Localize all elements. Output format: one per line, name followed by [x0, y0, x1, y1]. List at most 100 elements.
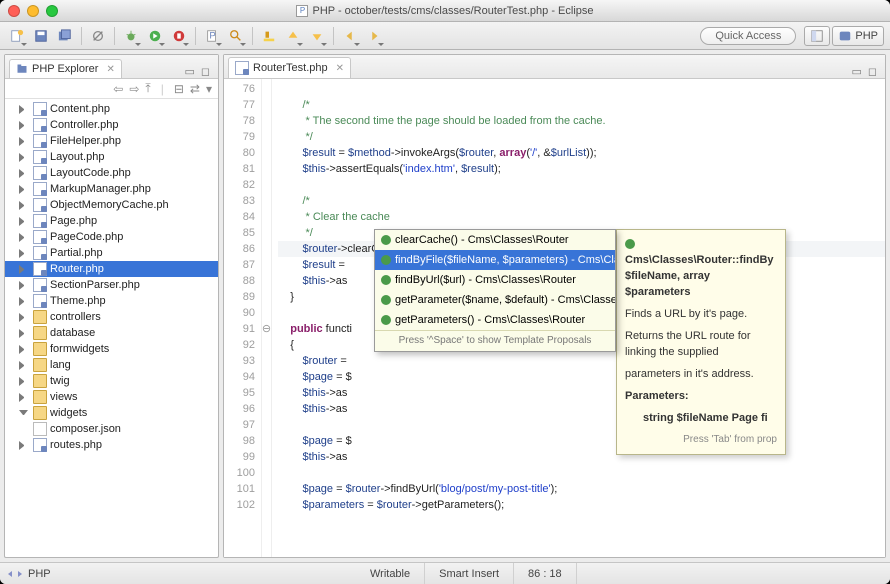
autocomplete-item[interactable]: findByFile($fileName, $parameters) - Cms…	[375, 250, 615, 270]
status-bar: PHP Writable Smart Insert 86 : 18	[0, 562, 890, 584]
back-icon[interactable]: ⇦	[113, 82, 123, 96]
open-perspective-button[interactable]	[804, 26, 830, 46]
tree-item[interactable]: Content.php	[5, 101, 218, 117]
php-perspective-button[interactable]: PHP	[832, 26, 884, 46]
quick-access[interactable]: Quick Access	[700, 27, 796, 45]
code-editor[interactable]: 7677787980818283848586878889909192939495…	[224, 79, 885, 557]
php-file-icon	[235, 61, 249, 75]
tree-item[interactable]: widgets	[5, 405, 218, 421]
json-icon	[33, 422, 47, 436]
twisty-icon[interactable]	[19, 329, 28, 338]
twisty-icon[interactable]	[19, 297, 28, 306]
tree-item[interactable]: controllers	[5, 309, 218, 325]
twisty-icon[interactable]	[19, 313, 28, 322]
doc-body3: parameters in it's address.	[625, 366, 777, 382]
tree-item[interactable]: SectionParser.php	[5, 277, 218, 293]
explorer-tree[interactable]: Content.phpController.phpFileHelper.phpL…	[5, 99, 218, 557]
twisty-icon[interactable]	[19, 377, 28, 386]
tree-item[interactable]: twig	[5, 373, 218, 389]
twisty-icon[interactable]	[19, 217, 28, 226]
save-all-button[interactable]	[54, 25, 76, 47]
tree-item-label: Controller.php	[50, 119, 119, 131]
twisty-icon[interactable]	[19, 201, 28, 210]
annotation-prev-button[interactable]	[282, 25, 304, 47]
link-editor-icon[interactable]: ⇄	[190, 82, 200, 96]
twisty-icon[interactable]	[19, 393, 28, 402]
maximize-view-icon[interactable]: ◻	[201, 65, 210, 78]
new-php-button[interactable]: P	[201, 25, 223, 47]
twisty-icon[interactable]	[19, 233, 28, 242]
editor-tab[interactable]: RouterTest.php ✕	[228, 57, 351, 78]
maximize-editor-icon[interactable]: ◻	[868, 65, 877, 78]
php-icon	[33, 102, 47, 116]
twisty-icon[interactable]	[19, 281, 28, 290]
autocomplete-item[interactable]: getParameters() - Cms\Classes\Router	[375, 310, 615, 330]
minimize-editor-icon[interactable]: ▭	[851, 65, 861, 78]
explorer-toolbar: ⇦ ⇨ ⤒ | ⊟ ⇄ ▾	[5, 79, 218, 99]
autocomplete-item[interactable]: findByUrl($url) - Cms\Classes\Router	[375, 270, 615, 290]
back-button[interactable]	[339, 25, 361, 47]
autocomplete-item[interactable]: getParameter($name, $default) - Cms\Clas…	[375, 290, 615, 310]
tree-item[interactable]: PageCode.php	[5, 229, 218, 245]
forward-icon[interactable]: ⇨	[129, 82, 139, 96]
tree-item[interactable]: formwidgets	[5, 341, 218, 357]
explorer-tabbar: PHP Explorer ✕ ▭ ◻	[5, 55, 218, 79]
tree-item[interactable]: Router.php	[5, 261, 218, 277]
tree-item[interactable]: MarkupManager.php	[5, 181, 218, 197]
forward-button[interactable]	[363, 25, 385, 47]
tree-item[interactable]: lang	[5, 357, 218, 373]
twisty-icon[interactable]	[19, 410, 28, 419]
tree-item[interactable]: routes.php	[5, 437, 218, 453]
save-button[interactable]	[30, 25, 52, 47]
autocomplete-item[interactable]: clearCache() - Cms\Classes\Router	[375, 230, 615, 250]
tree-item[interactable]: Layout.php	[5, 149, 218, 165]
twisty-icon[interactable]	[19, 137, 28, 146]
twisty-icon[interactable]	[19, 169, 28, 178]
method-icon	[381, 315, 391, 325]
run-button[interactable]	[144, 25, 166, 47]
debug-button[interactable]	[120, 25, 142, 47]
php-perspective-label: PHP	[855, 30, 878, 42]
tree-item[interactable]: FileHelper.php	[5, 133, 218, 149]
twisty-icon[interactable]	[19, 441, 28, 450]
close-icon[interactable]: ✕	[336, 63, 344, 74]
fold-column[interactable]: ⊖	[262, 79, 272, 557]
toggle-mark-button[interactable]	[258, 25, 280, 47]
minimize-view-icon[interactable]: ▭	[184, 65, 194, 78]
close-icon[interactable]: ✕	[106, 64, 114, 75]
new-button[interactable]	[6, 25, 28, 47]
search-button[interactable]	[225, 25, 247, 47]
explorer-tab[interactable]: PHP Explorer ✕	[9, 59, 122, 78]
php-icon	[33, 294, 47, 308]
view-menu-icon[interactable]: ▾	[206, 82, 212, 96]
twisty-icon[interactable]	[19, 121, 28, 130]
twisty-icon[interactable]	[19, 249, 28, 258]
autocomplete-label: getParameter($name, $default) - Cms\Clas…	[395, 292, 615, 308]
up-icon[interactable]: ⤒	[145, 81, 150, 96]
autocomplete-popup[interactable]: clearCache() - Cms\Classes\RouterfindByF…	[374, 229, 616, 352]
tree-item[interactable]: Page.php	[5, 213, 218, 229]
twisty-icon[interactable]	[19, 105, 28, 114]
twisty-icon[interactable]	[19, 345, 28, 354]
tree-item[interactable]: database	[5, 325, 218, 341]
annotation-next-button[interactable]	[306, 25, 328, 47]
twisty-icon[interactable]	[19, 185, 28, 194]
tree-item[interactable]: Partial.php	[5, 245, 218, 261]
external-tools-button[interactable]	[168, 25, 190, 47]
twisty-icon[interactable]	[19, 265, 28, 274]
tree-item[interactable]: Theme.php	[5, 293, 218, 309]
tree-item[interactable]: ObjectMemoryCache.ph	[5, 197, 218, 213]
collapse-all-icon[interactable]: ⊟	[174, 82, 184, 96]
twisty-icon[interactable]	[19, 361, 28, 370]
tree-item[interactable]: Controller.php	[5, 117, 218, 133]
skip-breakpoints-button[interactable]	[87, 25, 109, 47]
tree-item-label: Router.php	[50, 263, 104, 275]
tree-item[interactable]: composer.json	[5, 421, 218, 437]
php-icon	[33, 438, 47, 452]
twisty-icon[interactable]	[19, 153, 28, 162]
tree-item[interactable]: LayoutCode.php	[5, 165, 218, 181]
tree-item-label: formwidgets	[50, 343, 109, 355]
doc-param1: string $fileName Page fi	[643, 412, 768, 424]
breadcrumb-icon[interactable]	[8, 571, 22, 577]
tree-item[interactable]: views	[5, 389, 218, 405]
